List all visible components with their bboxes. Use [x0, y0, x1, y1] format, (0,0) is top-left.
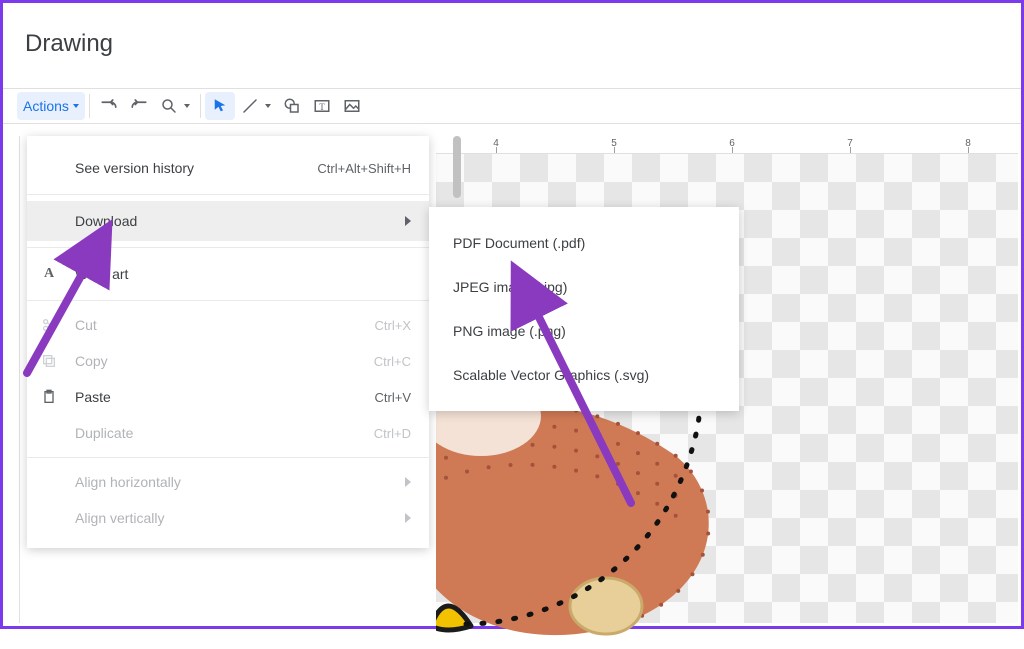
menu-item-version-history[interactable]: See version history Ctrl+Alt+Shift+H [27, 148, 429, 188]
image-tool[interactable] [337, 92, 367, 120]
actions-button[interactable]: Actions [17, 92, 85, 120]
paste-icon [39, 389, 59, 405]
app-frame: Drawing Actions T [0, 0, 1024, 629]
horizontal-ruler: 4 5 6 7 8 [436, 136, 1018, 154]
menu-item-shortcut: Ctrl+Alt+Shift+H [317, 161, 411, 176]
chevron-down-icon [184, 104, 190, 108]
submenu-item-label: PDF Document (.pdf) [453, 235, 715, 251]
menu-item-label: Paste [75, 389, 359, 405]
menu-item-label: Word art [75, 266, 411, 282]
vertical-ruler [6, 136, 20, 623]
line-icon [241, 97, 259, 115]
zoom-icon [160, 97, 178, 115]
zoom-button[interactable] [154, 92, 196, 120]
chevron-down-icon [73, 104, 79, 108]
drawing-toolbar: Actions T [3, 88, 1021, 124]
toolbar-separator [89, 94, 90, 118]
menu-item-align-vertically: Align vertically [27, 500, 429, 536]
toolbar-separator [200, 94, 201, 118]
cursor-icon [211, 97, 229, 115]
menu-item-shortcut: Ctrl+V [375, 390, 411, 405]
chevron-down-icon [265, 104, 271, 108]
redo-button[interactable] [124, 92, 154, 120]
menu-item-shortcut: Ctrl+X [375, 318, 411, 333]
menu-item-label: Align horizontally [75, 474, 389, 490]
page-title: Drawing [3, 3, 1021, 88]
shape-icon [283, 97, 301, 115]
menu-separator [27, 457, 429, 458]
menu-item-shortcut: Ctrl+C [374, 354, 411, 369]
menu-item-shortcut: Ctrl+D [374, 426, 411, 441]
line-tool[interactable] [235, 92, 277, 120]
menu-separator [27, 194, 429, 195]
menu-item-label: See version history [75, 160, 301, 176]
textbox-tool[interactable]: T [307, 92, 337, 120]
menu-item-label: Align vertically [75, 510, 389, 526]
scrollbar-thumb[interactable] [453, 136, 461, 198]
svg-text:T: T [319, 102, 325, 112]
submenu-arrow-icon [405, 216, 411, 226]
submenu-arrow-icon [405, 477, 411, 487]
menu-item-align-horizontally: Align horizontally [27, 464, 429, 500]
menu-item-label: Duplicate [75, 425, 358, 441]
undo-button[interactable] [94, 92, 124, 120]
submenu-arrow-icon [405, 513, 411, 523]
select-tool[interactable] [205, 92, 235, 120]
annotation-arrow [19, 233, 119, 388]
image-icon [343, 97, 361, 115]
annotation-arrow [503, 273, 663, 528]
actions-button-label: Actions [23, 98, 69, 114]
menu-item-duplicate: Duplicate Ctrl+D [27, 415, 429, 451]
menu-item-label: Download [75, 213, 389, 229]
redo-icon [130, 97, 148, 115]
shape-tool[interactable] [277, 92, 307, 120]
submenu-item-pdf[interactable]: PDF Document (.pdf) [429, 221, 739, 265]
undo-icon [100, 97, 118, 115]
textbox-icon: T [313, 97, 331, 115]
